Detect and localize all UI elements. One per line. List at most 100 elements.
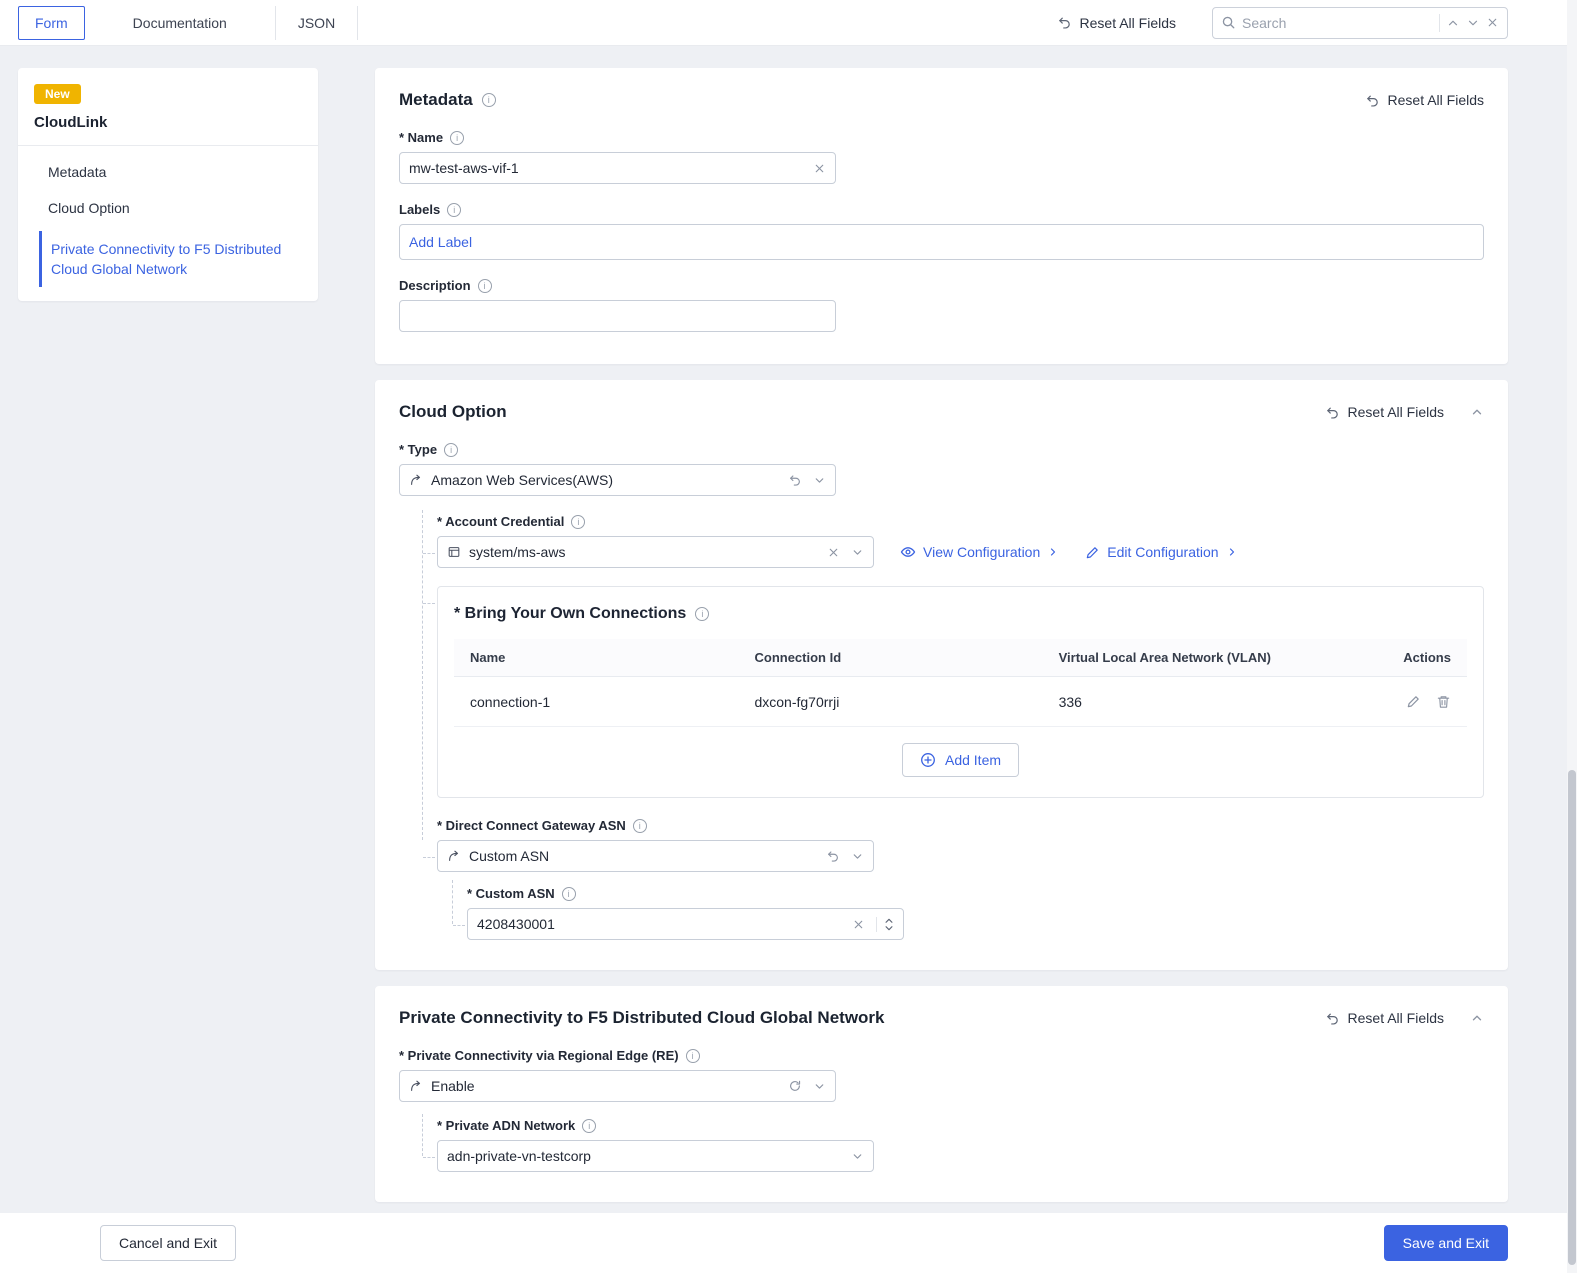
byoc-table: Name Connection Id Virtual Local Area Ne…: [454, 639, 1467, 783]
name-field: * Name: [399, 130, 1484, 184]
delete-row-icon[interactable]: [1436, 694, 1451, 709]
clear-icon[interactable]: [827, 546, 840, 559]
custom-asn-input-wrap: [453, 908, 904, 940]
selector-icon: [409, 1079, 423, 1093]
collapse-icon[interactable]: [1470, 1011, 1484, 1025]
chevron-down-icon[interactable]: [813, 1080, 826, 1093]
reset-label: Reset All Fields: [1347, 1010, 1444, 1026]
tab-form[interactable]: Form: [18, 5, 85, 40]
info-icon: [444, 442, 459, 457]
chevron-right-icon: [1226, 546, 1238, 558]
scrollbar-track[interactable]: [1567, 0, 1577, 1273]
tab-documentation[interactable]: Documentation: [84, 5, 276, 40]
reset-all-fields-top[interactable]: Reset All Fields: [1057, 15, 1176, 31]
row-name: connection-1: [470, 693, 551, 710]
search-prev-icon[interactable]: [1446, 16, 1460, 30]
undo-icon[interactable]: [788, 473, 802, 487]
labels-input[interactable]: [409, 234, 1474, 250]
info-icon: [571, 514, 586, 529]
sidebar-nav: Metadata Cloud Option Private Connectivi…: [18, 146, 318, 288]
chevron-down-icon[interactable]: [813, 474, 826, 487]
search-box: [1212, 6, 1508, 39]
save-and-exit-button[interactable]: Save and Exit: [1383, 1225, 1508, 1261]
footer: Cancel and Exit Save and Exit: [0, 1213, 1577, 1273]
cloud-option-section: Cloud Option Reset All Fields * Type i A…: [375, 380, 1508, 970]
info-icon: [632, 818, 647, 833]
cancel-and-exit-button[interactable]: Cancel and Exit: [100, 1225, 237, 1261]
undo-icon: [1325, 1011, 1340, 1026]
name-input-wrap: [399, 152, 836, 184]
chevron-down-icon[interactable]: [851, 850, 864, 863]
edit-configuration-link[interactable]: Edit Configuration: [1085, 544, 1237, 560]
undo-icon: [1057, 15, 1072, 30]
add-item-button[interactable]: Add Item: [901, 743, 1020, 777]
name-label: * Name: [399, 130, 444, 145]
info-icon: [695, 607, 710, 621]
custom-asn-input[interactable]: [477, 916, 844, 932]
re-select[interactable]: Enable: [399, 1070, 836, 1102]
labels-field: Labels: [399, 202, 1484, 260]
byoc-table-header: Name Connection Id Virtual Local Area Ne…: [454, 639, 1467, 677]
undo-icon[interactable]: [826, 849, 840, 863]
name-input[interactable]: [409, 160, 805, 176]
sidebar-item-private-connectivity[interactable]: Private Connectivity to F5 Distributed C…: [39, 230, 318, 288]
account-credential-value: system/ms-aws: [469, 544, 566, 560]
row-vlan: 336: [1058, 693, 1082, 710]
search-close-icon[interactable]: [1486, 16, 1499, 29]
description-input[interactable]: [409, 308, 826, 324]
info-icon: [685, 1048, 700, 1063]
description-label: Description: [399, 278, 471, 293]
table-row: connection-1 dxcon-fg70rrji 336: [454, 677, 1467, 727]
private-connectivity-reset-all-fields[interactable]: Reset All Fields: [1325, 1010, 1444, 1026]
info-icon: [481, 93, 496, 107]
type-field: * Type Amazon Web Services(AWS): [399, 442, 1484, 496]
page: Form Documentation JSON Reset All Fields…: [0, 0, 1577, 1273]
selector-icon: [409, 473, 423, 487]
clear-icon[interactable]: [852, 918, 865, 931]
stepper-down-icon[interactable]: [884, 925, 894, 932]
re-children: * Private ADN Network adn-private-vn-tes…: [422, 1114, 1484, 1172]
object-icon: [447, 545, 461, 559]
cloud-option-reset-all-fields[interactable]: Reset All Fields: [1325, 404, 1444, 420]
view-configuration-link[interactable]: View Configuration: [900, 544, 1059, 560]
clear-icon[interactable]: [813, 162, 826, 175]
type-select[interactable]: Amazon Web Services(AWS): [399, 464, 836, 496]
account-credential-select[interactable]: system/ms-aws: [423, 536, 874, 568]
re-value: Enable: [431, 1078, 475, 1094]
re-label: * Private Connectivity via Regional Edge…: [399, 1048, 679, 1063]
search-divider: [1439, 13, 1440, 32]
chevron-down-icon[interactable]: [851, 1150, 864, 1163]
view-configuration-label: View Configuration: [923, 544, 1041, 560]
description-input-wrap: [399, 300, 836, 332]
sidebar-item-cloud-option[interactable]: Cloud Option: [18, 190, 318, 226]
edit-icon: [1085, 545, 1100, 560]
chevron-down-icon[interactable]: [851, 546, 864, 559]
stepper-up-icon[interactable]: [884, 917, 894, 924]
info-icon: [582, 1118, 597, 1133]
collapse-icon[interactable]: [1470, 405, 1484, 419]
edit-configuration-label: Edit Configuration: [1107, 544, 1219, 560]
add-item-label: Add Item: [944, 752, 1002, 768]
search-next-icon[interactable]: [1466, 16, 1480, 30]
labels-input-wrap: [399, 224, 1484, 260]
info-icon: [477, 278, 492, 293]
selector-icon: [447, 849, 461, 863]
bring-your-own-connections-card: * Bring Your Own Connections Name Connec…: [423, 586, 1484, 798]
refresh-icon[interactable]: [788, 1079, 802, 1093]
dcg-asn-select[interactable]: Custom ASN: [423, 840, 874, 872]
search-input[interactable]: [1242, 14, 1433, 31]
edit-row-icon[interactable]: [1406, 694, 1421, 709]
dcg-asn-children: * Custom ASN: [452, 880, 1484, 940]
description-field: Description: [399, 278, 1484, 332]
account-credential-field: * Account Credential system/ms-aws: [423, 514, 1484, 568]
scrollbar-thumb[interactable]: [1568, 770, 1576, 1265]
re-field: * Private Connectivity via Regional Edge…: [399, 1048, 1484, 1172]
number-stepper[interactable]: [876, 916, 894, 932]
tab-json[interactable]: JSON: [275, 5, 359, 40]
sidebar: New CloudLink Metadata Cloud Option Priv…: [18, 68, 318, 302]
sidebar-item-metadata[interactable]: Metadata: [18, 154, 318, 190]
adn-select[interactable]: adn-private-vn-testcorp: [423, 1140, 874, 1172]
reset-all-fields-label: Reset All Fields: [1079, 14, 1176, 31]
metadata-reset-all-fields[interactable]: Reset All Fields: [1365, 92, 1484, 108]
plus-circle-icon: [920, 752, 936, 768]
